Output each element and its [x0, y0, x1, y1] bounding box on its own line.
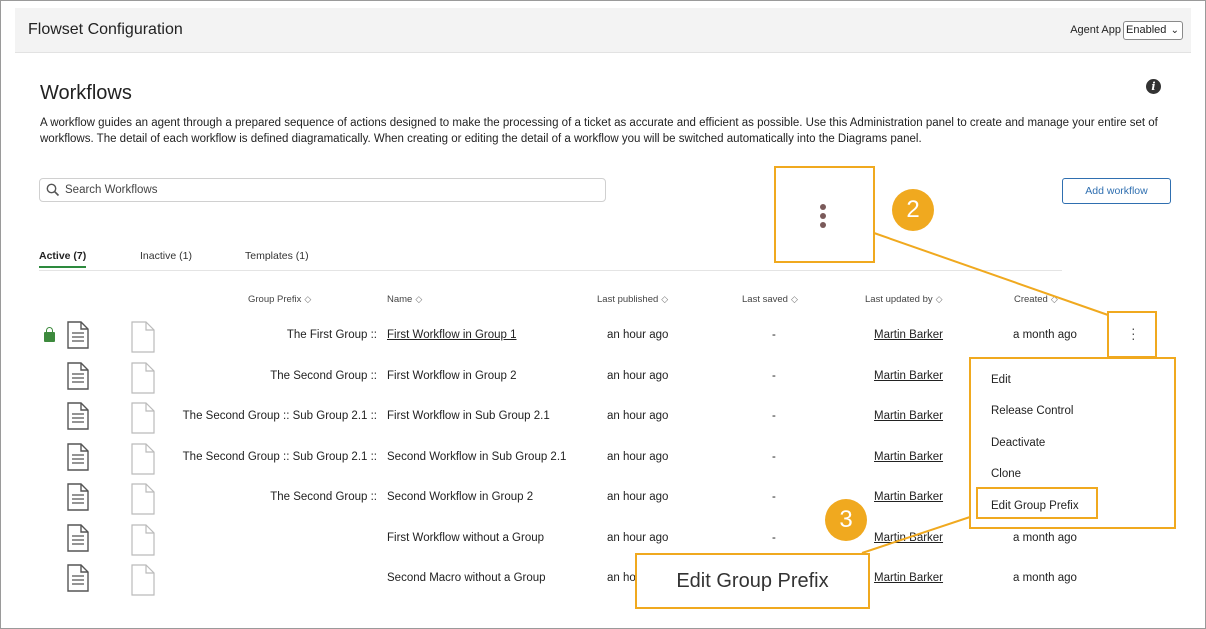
last-updated-by-link[interactable]: Martin Barker	[874, 572, 943, 584]
column-header-last-saved[interactable]: Last saved ◇	[742, 294, 798, 305]
last-published: an hour ago	[607, 329, 669, 341]
last-updated-by-link[interactable]: Martin Barker	[874, 370, 943, 382]
agent-app-select-value: Enabled	[1126, 24, 1167, 36]
blank-document-icon[interactable]	[131, 321, 155, 353]
callout-badge-3: 3	[825, 499, 867, 541]
last-published: an hour ago	[607, 491, 669, 503]
row-more-options-button[interactable]: · · ·	[1107, 311, 1157, 358]
sort-icon: ◇	[661, 294, 669, 304]
created: a month ago	[1013, 532, 1077, 544]
sort-icon: ◇	[304, 294, 312, 304]
page-title: Workflows	[40, 82, 132, 104]
workflow-name[interactable]: Second Macro without a Group	[387, 572, 546, 584]
column-header-last-published[interactable]: Last published ◇	[597, 294, 668, 305]
blank-document-icon[interactable]	[131, 402, 155, 434]
document-icon[interactable]	[67, 402, 89, 430]
group-prefix: The First Group ::	[286, 329, 377, 341]
zoomed-more-options-icon	[774, 166, 875, 263]
column-header-name[interactable]: Name ◇	[387, 294, 422, 305]
vertical-dots-icon	[820, 204, 828, 231]
last-updated-by-link[interactable]: Martin Barker	[874, 329, 943, 341]
tab-active[interactable]: Active (7)	[39, 250, 87, 268]
last-published: an hour ago	[607, 532, 669, 544]
callout-badge-2: 2	[892, 189, 934, 231]
document-icon[interactable]	[67, 483, 89, 511]
agent-app-select[interactable]: Enabled ⌄	[1123, 21, 1183, 40]
sort-icon: ◇	[1050, 294, 1058, 304]
zoomed-edit-group-prefix-label: Edit Group Prefix	[635, 553, 870, 609]
sort-icon: ◇	[415, 294, 423, 304]
menu-item-edit-group-prefix[interactable]: Edit Group Prefix	[991, 500, 1079, 512]
column-header-created[interactable]: Created ◇	[1014, 294, 1058, 305]
menu-item-release-control[interactable]: Release Control	[991, 405, 1073, 417]
table-row[interactable]: Second Macro without a Group an ho Marti…	[0, 561, 1206, 601]
last-saved: -	[772, 532, 776, 544]
created: a month ago	[1013, 572, 1077, 584]
group-prefix: The Second Group :: Sub Group 2.1 ::	[182, 410, 377, 422]
page-description: A workflow guides an agent through a pre…	[40, 117, 1158, 145]
info-icon[interactable]: i	[1146, 79, 1161, 94]
chevron-down-icon: ⌄	[1170, 25, 1179, 36]
last-updated-by-link[interactable]: Martin Barker	[874, 491, 943, 503]
document-icon[interactable]	[67, 443, 89, 471]
document-icon[interactable]	[67, 362, 89, 390]
vertical-dots-icon: · · ·	[1131, 320, 1136, 346]
blank-document-icon[interactable]	[131, 362, 155, 394]
blank-document-icon[interactable]	[131, 524, 155, 556]
search-input[interactable]	[65, 182, 595, 198]
workflow-name-link[interactable]: First Workflow in Group 1	[387, 329, 517, 341]
last-published: an hour ago	[607, 370, 669, 382]
group-prefix: The Second Group ::	[270, 491, 377, 503]
column-header-last-updated-by[interactable]: Last updated by ◇	[865, 294, 943, 305]
column-header-group-prefix[interactable]: Group Prefix ◇	[248, 294, 311, 305]
tabs-divider	[39, 270, 1062, 271]
created: a month ago	[1013, 329, 1077, 341]
last-published: an hour ago	[607, 451, 669, 463]
tab-inactive[interactable]: Inactive (1)	[140, 250, 192, 266]
add-workflow-button[interactable]: Add workflow	[1062, 178, 1171, 204]
group-prefix: The Second Group ::	[270, 370, 377, 382]
app-title: Flowset Configuration	[28, 21, 183, 38]
sort-icon: ◇	[790, 294, 798, 304]
workflow-name[interactable]: First Workflow in Group 2	[387, 370, 517, 382]
last-updated-by-link[interactable]: Martin Barker	[874, 532, 943, 544]
last-saved: -	[772, 410, 776, 422]
table-row[interactable]: The First Group :: First Workflow in Gro…	[0, 318, 1206, 358]
blank-document-icon[interactable]	[131, 564, 155, 596]
tab-templates[interactable]: Templates (1)	[245, 250, 309, 266]
document-icon[interactable]	[67, 564, 89, 592]
search-icon	[46, 183, 60, 197]
menu-item-clone[interactable]: Clone	[991, 468, 1021, 480]
workflow-name[interactable]: Second Workflow in Group 2	[387, 491, 533, 503]
agent-app-label: Agent App	[1070, 24, 1121, 36]
last-saved: -	[772, 451, 776, 463]
blank-document-icon[interactable]	[131, 443, 155, 475]
last-updated-by-link[interactable]: Martin Barker	[874, 451, 943, 463]
search-box[interactable]	[39, 178, 606, 202]
last-saved: -	[772, 370, 776, 382]
workflow-name[interactable]: Second Workflow in Sub Group 2.1	[387, 451, 566, 463]
workflow-name[interactable]: First Workflow in Sub Group 2.1	[387, 410, 550, 422]
lock-icon	[44, 327, 55, 342]
workflow-name[interactable]: First Workflow without a Group	[387, 532, 544, 544]
menu-item-edit[interactable]: Edit	[991, 374, 1011, 386]
top-bar: Flowset Configuration Agent App Enabled …	[15, 8, 1191, 53]
last-published: an hour ago	[607, 410, 669, 422]
row-context-menu: Edit Release Control Deactivate Clone Ed…	[969, 357, 1176, 529]
document-icon[interactable]	[67, 321, 89, 349]
blank-document-icon[interactable]	[131, 483, 155, 515]
last-published: an ho	[607, 572, 636, 584]
group-prefix: The Second Group :: Sub Group 2.1 ::	[182, 451, 377, 463]
document-icon[interactable]	[67, 524, 89, 552]
menu-item-deactivate[interactable]: Deactivate	[991, 437, 1045, 449]
last-saved: -	[772, 491, 776, 503]
last-updated-by-link[interactable]: Martin Barker	[874, 410, 943, 422]
last-saved: -	[772, 329, 776, 341]
sort-icon: ◇	[935, 294, 943, 304]
